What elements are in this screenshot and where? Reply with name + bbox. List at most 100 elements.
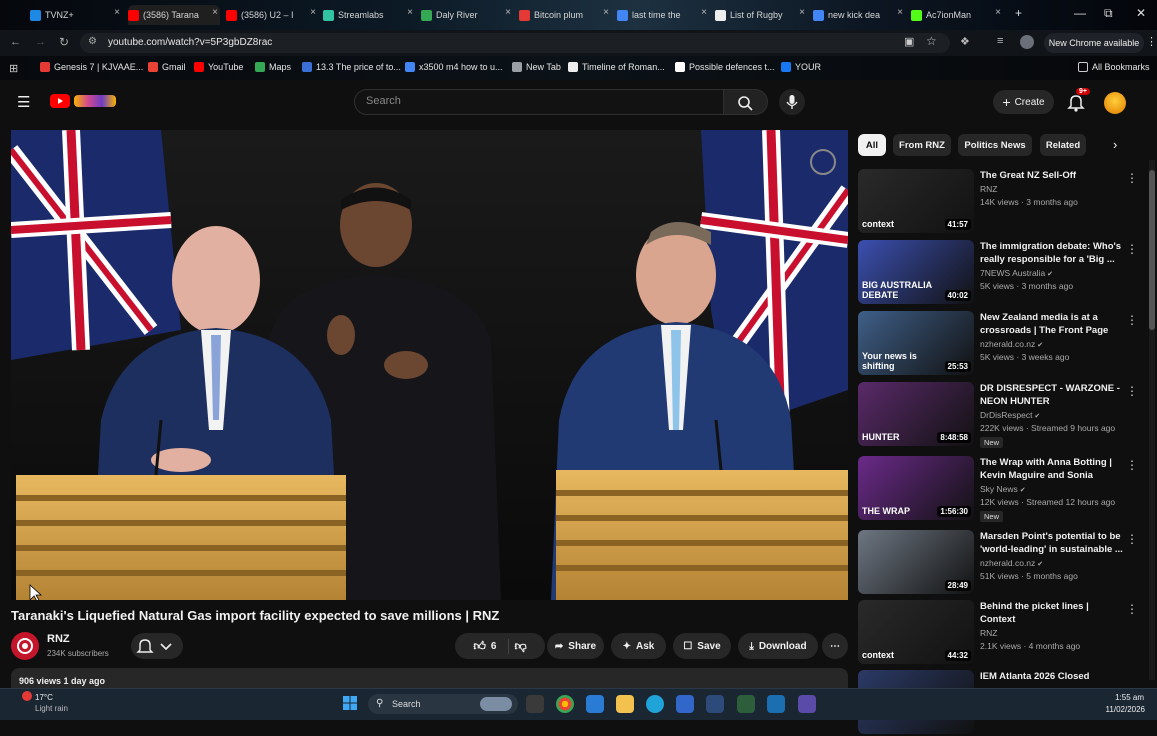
video-player[interactable]	[11, 130, 848, 600]
filter-chip[interactable]: Politics News	[958, 134, 1032, 156]
video-thumbnail[interactable]: context 41:57	[858, 169, 974, 233]
site-info-icon[interactable]: ⚙	[88, 36, 97, 47]
recommended-channel-name[interactable]: Sky News ✔	[980, 484, 1026, 494]
url-text[interactable]: youtube.com/watch?v=5P3gbDZ8rac	[108, 37, 272, 48]
recommended-channel-name[interactable]: nzherald.co.nz ✔	[980, 339, 1043, 349]
description-box[interactable]	[11, 668, 848, 688]
bookmark-item[interactable]: Timeline of Roman...	[568, 62, 665, 72]
tab-close-icon[interactable]: ×	[701, 7, 707, 18]
browser-tab[interactable]: Streamlabs ×	[323, 5, 415, 25]
recommended-video[interactable]: BIG AUSTRALIA DEBATE 40:02 The immigration…	[858, 240, 1148, 306]
tab-close-icon[interactable]: ×	[212, 7, 218, 18]
bookmark-item[interactable]: Genesis 7 | KJVAAE...	[40, 62, 143, 72]
save-button[interactable]: ☐ Save	[673, 633, 731, 659]
video-thumbnail[interactable]: Your news is shifting 25:53	[858, 311, 974, 375]
recommended-video-title[interactable]: The Wrap with Anna Botting | Kevin Magui…	[980, 456, 1125, 484]
recommended-video-title[interactable]: Behind the picket lines | Context	[980, 600, 1125, 626]
app3-taskbar-icon[interactable]	[798, 695, 816, 713]
recommended-video-title[interactable]: DR DISRESPECT - WARZONE - NEON HUNTER	[980, 382, 1125, 408]
recommended-video-title[interactable]: New Zealand media is at a crossroads | T…	[980, 311, 1125, 337]
recommended-video[interactable]: Your news is shifting 25:53 New Zealand me…	[858, 311, 1148, 377]
recommended-video-title[interactable]: IEM Atlanta 2026 Closed	[980, 670, 1125, 683]
search-input[interactable]	[354, 89, 724, 115]
bookmark-item[interactable]: Possible defences t...	[675, 62, 775, 72]
bookmark-item[interactable]: YOUR	[781, 62, 821, 72]
recommended-video[interactable]: 28:49 Marsden Point's potential to be 'wo…	[858, 530, 1148, 596]
recommended-channel-name[interactable]: 7NEWS Australia ✔	[980, 268, 1053, 278]
tab-close-icon[interactable]: ×	[114, 7, 120, 18]
channel-name[interactable]: RNZ	[47, 633, 70, 645]
tab-close-icon[interactable]: ×	[310, 7, 316, 18]
taskbar-search[interactable]: ⚲ Search	[368, 694, 518, 714]
video-thumbnail[interactable]: context 44:32	[858, 600, 974, 664]
profile-avatar[interactable]	[1020, 35, 1034, 49]
bookmark-item[interactable]: x3500 m4 how to u...	[405, 62, 503, 72]
browser-tab[interactable]: Bitcoin plum ×	[519, 5, 611, 25]
video-thumbnail[interactable]: 28:49	[858, 530, 974, 594]
new-tab-button[interactable]: +	[1015, 6, 1022, 20]
bookmark-item[interactable]: New Tab	[512, 62, 561, 72]
recommended-channel-name[interactable]: DrDisRespect ✔	[980, 410, 1040, 420]
tab-close-icon[interactable]: ×	[799, 7, 805, 18]
reload-icon[interactable]: ↻	[59, 35, 69, 49]
filter-chip[interactable]: From RNZ	[893, 134, 951, 156]
create-button[interactable]: + Create	[993, 90, 1054, 114]
scrollbar-thumb[interactable]	[1149, 170, 1155, 330]
tab-close-icon[interactable]: ×	[897, 7, 903, 18]
browser-tab[interactable]: Daly River ×	[421, 5, 513, 25]
account-avatar[interactable]	[1104, 92, 1126, 114]
extensions-icon[interactable]: ❖	[960, 35, 970, 48]
filter-chip[interactable]: All	[858, 134, 886, 156]
browser-tab[interactable]: (3586) Tarana ×	[128, 5, 220, 25]
recommended-channel-name[interactable]: RNZ	[980, 184, 997, 194]
video-thumbnail[interactable]: THE WRAP 1:56:30	[858, 456, 974, 520]
ask-button[interactable]: ✦ Ask	[611, 633, 666, 659]
tab-close-icon[interactable]: ×	[407, 7, 413, 18]
close-window-button[interactable]: ✕	[1136, 6, 1146, 20]
media-controls-icon[interactable]: ≡	[997, 35, 1003, 47]
chrome-update-button[interactable]: New Chrome available	[1044, 33, 1144, 53]
minimize-button[interactable]: —	[1074, 6, 1086, 20]
tab-close-icon[interactable]: ×	[505, 7, 511, 18]
browser-menu-icon[interactable]: ⋮	[1146, 35, 1157, 48]
recommended-video[interactable]: context 44:32 Behind the picket lines | Co…	[858, 600, 1148, 666]
install-app-icon[interactable]: ▣	[904, 35, 914, 48]
bookmark-star-icon[interactable]: ☆	[926, 34, 937, 48]
recommended-video[interactable]: context 41:57 The Great NZ Sell-Off RNZ 14K …	[858, 169, 1148, 235]
voice-search-button[interactable]	[779, 89, 805, 115]
clock-time[interactable]: 1:55 am	[1112, 693, 1144, 702]
back-icon[interactable]: ←	[10, 36, 21, 48]
youtube-doodle-logo[interactable]	[74, 95, 116, 107]
video-menu-icon[interactable]: ⋮	[1126, 242, 1138, 256]
tab-close-icon[interactable]: ×	[603, 7, 609, 18]
recommended-video-title[interactable]: Marsden Point's potential to be 'world-l…	[980, 530, 1125, 556]
recommended-channel-name[interactable]: nzherald.co.nz ✔	[980, 558, 1043, 568]
browser-tab[interactable]: new kick dea ×	[813, 5, 905, 25]
video-thumbnail[interactable]: HUNTER 8:48:58	[858, 382, 974, 446]
download-button[interactable]: ⤓ Download	[738, 633, 818, 659]
chevron-right-icon[interactable]: ›	[1113, 137, 1117, 152]
browser-tab[interactable]: last time the ×	[617, 5, 709, 25]
outlook-taskbar-icon[interactable]	[676, 695, 694, 713]
more-actions-button[interactable]: ⋯	[822, 633, 848, 659]
video-menu-icon[interactable]: ⋮	[1126, 171, 1138, 185]
browser-tab[interactable]: List of Rugby ×	[715, 5, 807, 25]
video-menu-icon[interactable]: ⋮	[1126, 532, 1138, 546]
recommended-video-title[interactable]: The immigration debate: Who's really res…	[980, 240, 1125, 266]
recommended-channel-name[interactable]: RNZ	[980, 628, 997, 638]
browser-tab[interactable]: Ac7ionMan ×	[911, 5, 1003, 25]
maximize-button[interactable]: ⧉	[1104, 6, 1113, 21]
clock-date[interactable]: 11/02/2026	[1095, 705, 1145, 714]
page-scrollbar[interactable]	[1149, 160, 1155, 680]
video-menu-icon[interactable]: ⋮	[1126, 313, 1138, 327]
video-menu-icon[interactable]: ⋮	[1126, 458, 1138, 472]
hamburger-menu-icon[interactable]: ☰	[17, 93, 30, 111]
bookmark-item[interactable]: 13.3 The price of to...	[302, 62, 401, 72]
video-menu-icon[interactable]: ⋮	[1126, 384, 1138, 398]
edge-taskbar-icon[interactable]	[646, 695, 664, 713]
browser-tab[interactable]: (3586) U2 – I ×	[226, 5, 318, 25]
bookmark-item[interactable]: Gmail	[148, 62, 186, 72]
chrome-taskbar-icon[interactable]	[556, 695, 574, 713]
app-taskbar-icon[interactable]	[586, 695, 604, 713]
store-taskbar-icon[interactable]	[706, 695, 724, 713]
